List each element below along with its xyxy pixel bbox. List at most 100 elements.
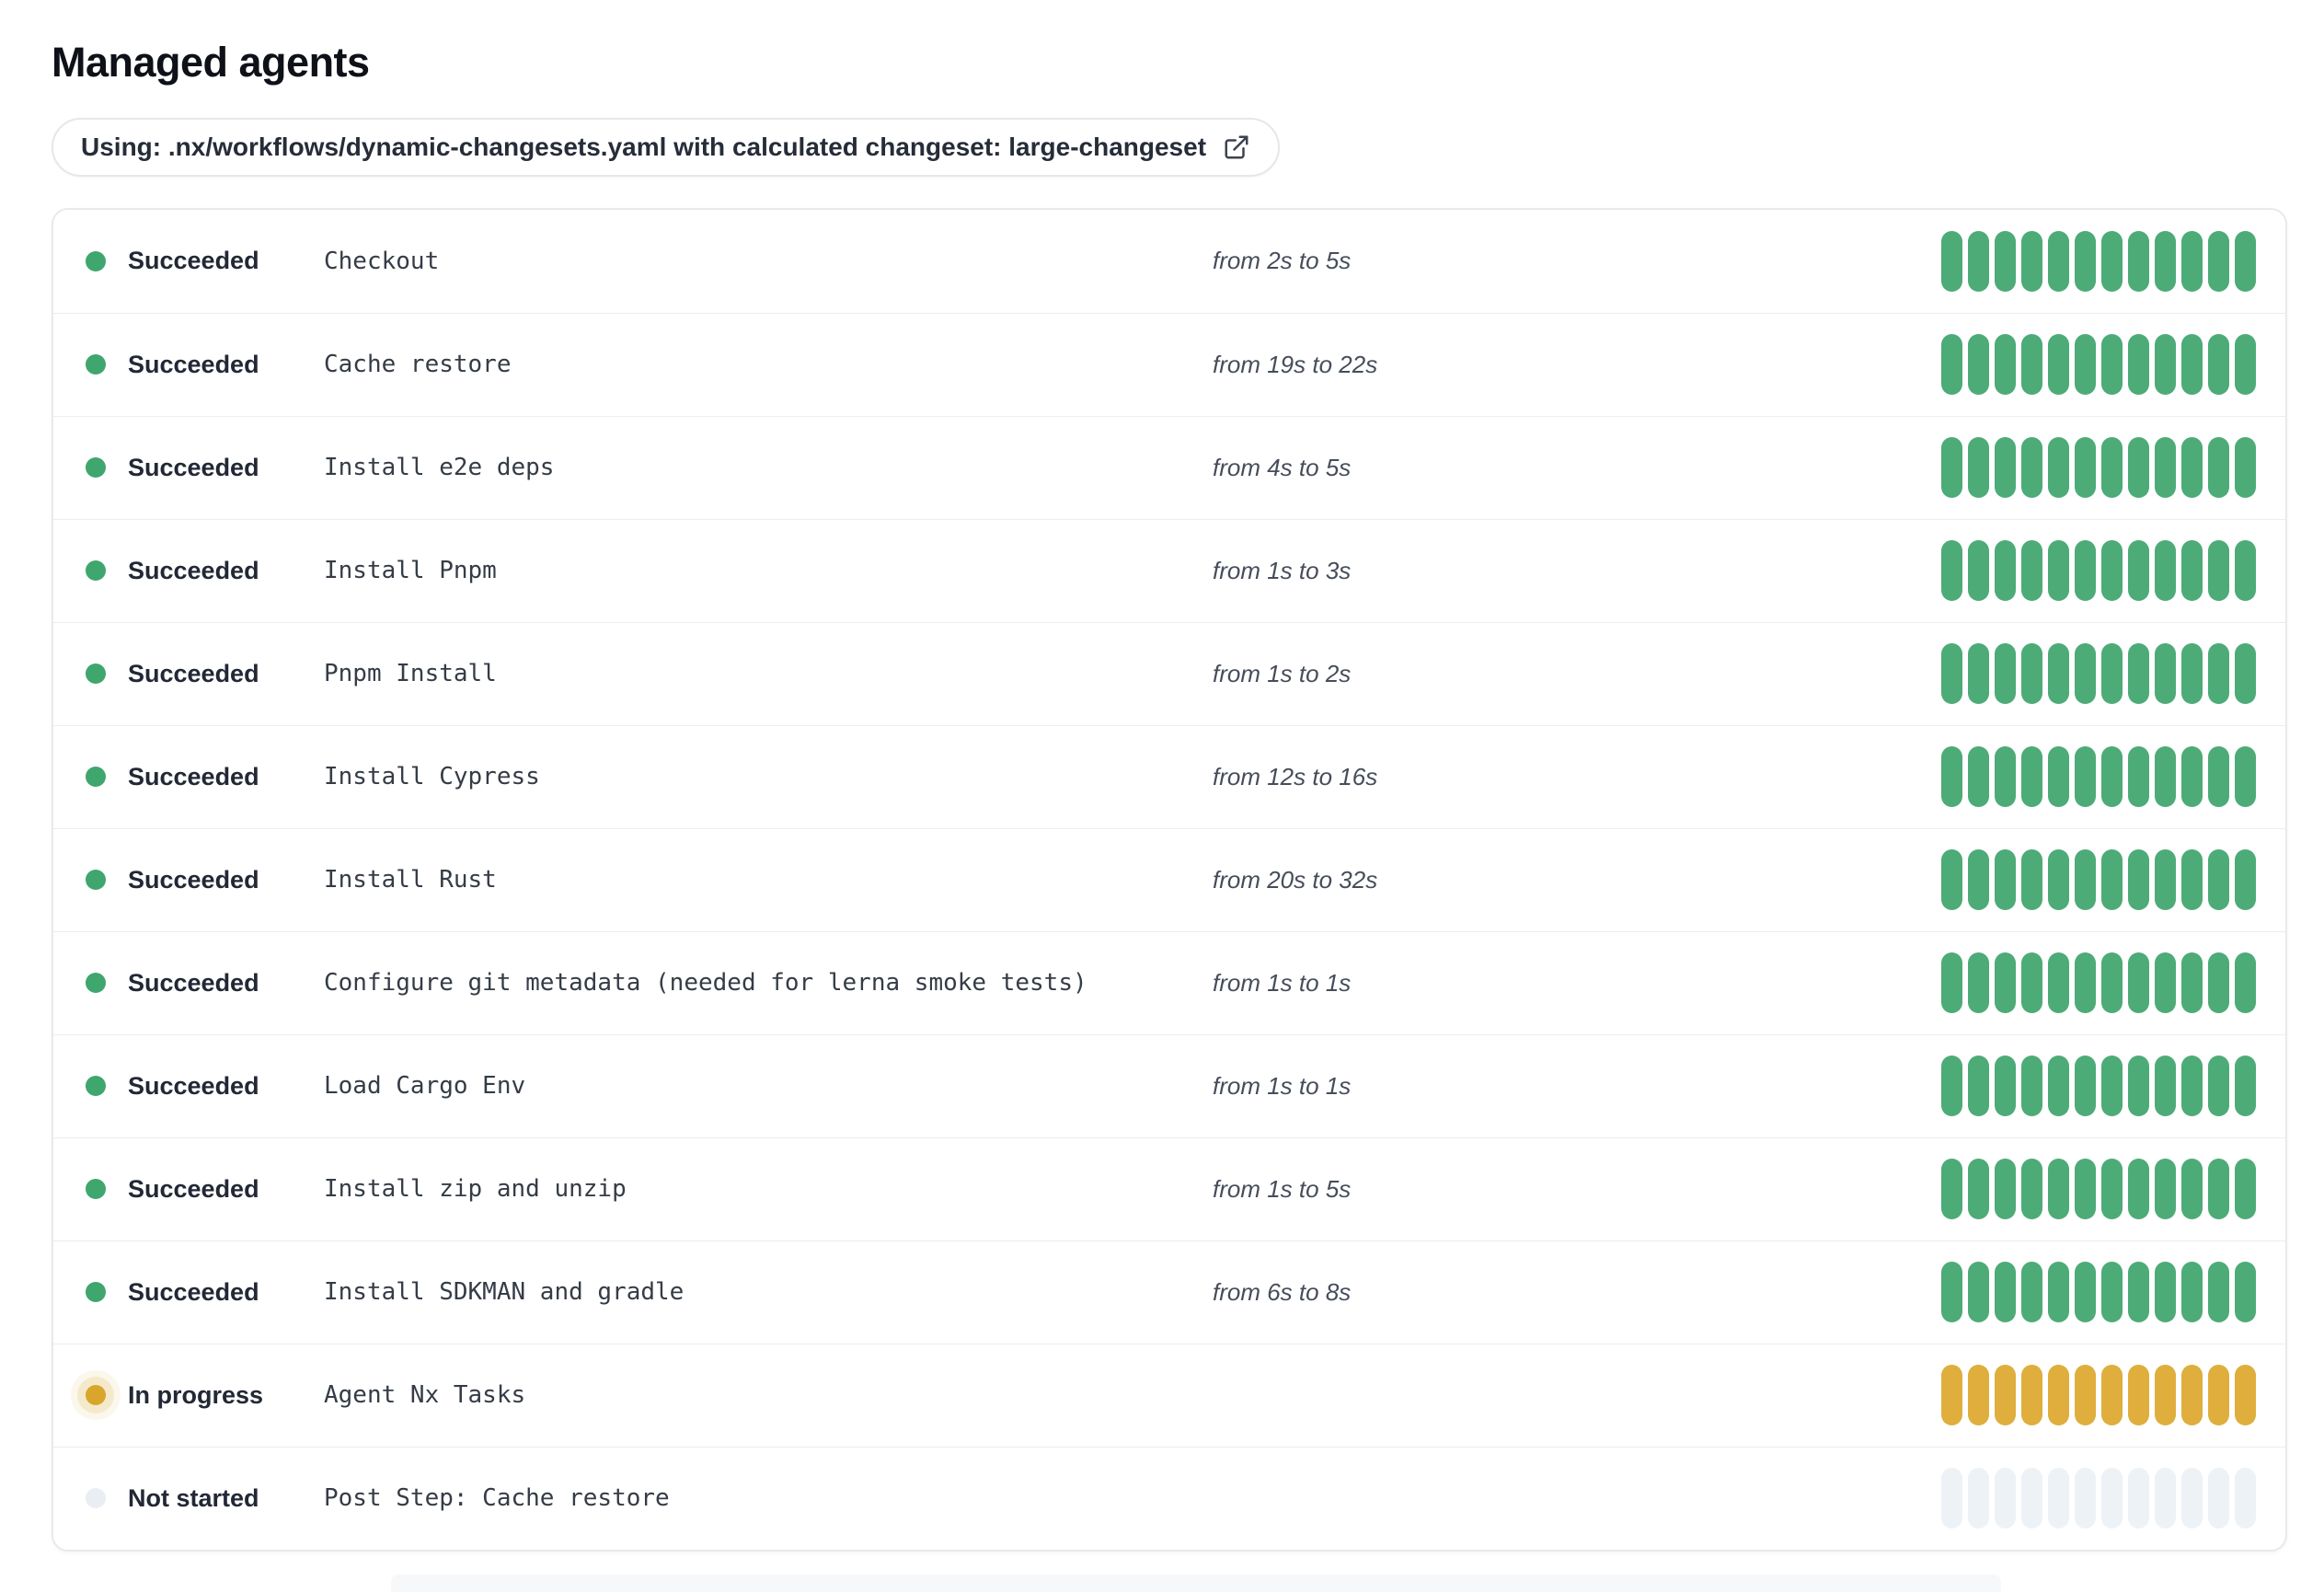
step-row[interactable]: In progress Agent Nx Tasks [53, 1343, 2285, 1447]
segment-pill [2208, 1056, 2229, 1117]
segment-pill [2181, 1056, 2203, 1117]
segment-pill [1968, 1056, 1989, 1117]
segment-pill [2235, 1262, 2256, 1323]
segment-pill [1995, 540, 2016, 602]
segment-pill [1941, 1262, 1962, 1323]
status-cell: Succeeded [86, 763, 324, 791]
segment-pill [2101, 1365, 2123, 1426]
status-cell: Succeeded [86, 351, 324, 379]
segment-pill [2235, 643, 2256, 705]
step-row[interactable]: Succeeded Install zip and unzip from 1s … [53, 1136, 2285, 1240]
segment-pill [1968, 643, 1989, 705]
status-dot [86, 1179, 106, 1200]
segment-pill [2075, 952, 2096, 1014]
duration-range: from 2s to 5s [1213, 247, 1352, 275]
step-row[interactable]: Succeeded Install Pnpm from 1s to 3s [53, 518, 2285, 622]
segment-pill [2101, 1262, 2123, 1323]
step-row[interactable]: Succeeded Checkout from 2s to 5s [53, 209, 2285, 313]
status-label: In progress [128, 1380, 264, 1409]
page-title: Managed agents [52, 39, 370, 86]
segment-pill [1995, 334, 2016, 396]
step-row[interactable]: Succeeded Configure git metadata (needed… [53, 930, 2285, 1034]
status-label: Succeeded [128, 247, 259, 275]
segment-pill [1968, 1365, 1989, 1426]
external-link-icon[interactable] [1223, 133, 1250, 161]
step-name: Install Pnpm [324, 557, 497, 585]
segment-pill [2235, 1365, 2256, 1426]
step-row[interactable]: Not started Post Step: Cache restore [53, 1446, 2285, 1550]
progress-segments [1941, 334, 2256, 396]
step-row[interactable]: Succeeded Pnpm Install from 1s to 2s [53, 621, 2285, 725]
segment-pill [1941, 952, 1962, 1014]
segment-pill [2075, 437, 2096, 499]
duration-range: from 1s to 1s [1213, 968, 1352, 997]
duration-range: from 1s to 5s [1213, 1174, 1352, 1203]
status-dot [86, 560, 106, 582]
segment-pill [2155, 334, 2176, 396]
step-row[interactable]: Succeeded Cache restore from 19s to 22s [53, 312, 2285, 416]
segment-pill [2101, 849, 2123, 911]
segment-pill [2128, 1468, 2149, 1529]
status-label: Succeeded [128, 1277, 259, 1306]
segment-pill [2208, 334, 2229, 396]
segment-pill [2128, 1056, 2149, 1117]
step-name: Checkout [324, 247, 440, 275]
status-dot [86, 1385, 106, 1406]
step-row[interactable]: Succeeded Load Cargo Env from 1s to 1s [53, 1033, 2285, 1137]
segment-pill [1995, 952, 2016, 1014]
segment-pill [2128, 849, 2149, 911]
segment-pill [2128, 1262, 2149, 1323]
step-row[interactable]: Succeeded Install e2e deps from 4s to 5s [53, 415, 2285, 519]
progress-segments [1941, 1262, 2256, 1323]
segment-pill [2208, 540, 2229, 602]
status-dot [86, 1282, 106, 1303]
step-name: Install SDKMAN and gradle [324, 1278, 685, 1307]
progress-segments [1941, 1365, 2256, 1426]
segment-pill [1995, 230, 2016, 292]
segment-pill [2155, 1468, 2176, 1529]
status-cell: In progress [86, 1381, 324, 1410]
segment-pill [2155, 1262, 2176, 1323]
segment-pill [2155, 746, 2176, 808]
segment-pill [2181, 643, 2203, 705]
segment-pill [2128, 230, 2149, 292]
segment-pill [2128, 1159, 2149, 1220]
status-cell: Succeeded [86, 1278, 324, 1307]
workflow-chip-label: Using: .nx/workflows/dynamic-changesets.… [81, 132, 1207, 161]
segment-pill [2021, 540, 2042, 602]
segment-pill [2181, 540, 2203, 602]
segment-pill [2235, 334, 2256, 396]
status-label: Succeeded [128, 350, 259, 378]
step-row[interactable]: Succeeded Install Cypress from 12s to 16… [53, 724, 2285, 828]
progress-segments [1941, 952, 2256, 1014]
progress-segments [1941, 540, 2256, 602]
segment-pill [2075, 1262, 2096, 1323]
segment-pill [2021, 1365, 2042, 1426]
segment-pill [2181, 1159, 2203, 1220]
status-label: Succeeded [128, 453, 259, 481]
step-row[interactable]: Succeeded Install SDKMAN and gradle from… [53, 1240, 2285, 1344]
status-label: Succeeded [128, 1071, 259, 1100]
segment-pill [2101, 746, 2123, 808]
segment-pill [2021, 1056, 2042, 1117]
step-name: Agent Nx Tasks [324, 1381, 526, 1410]
status-cell: Succeeded [86, 247, 324, 275]
progress-segments [1941, 643, 2256, 705]
duration-range: from 12s to 16s [1213, 762, 1378, 790]
step-name: Install e2e deps [324, 454, 555, 482]
segment-pill [2235, 952, 2256, 1014]
segment-pill [2021, 334, 2042, 396]
segment-pill [2128, 643, 2149, 705]
segment-pill [2021, 952, 2042, 1014]
segment-pill [2048, 1262, 2069, 1323]
status-label: Succeeded [128, 865, 259, 894]
segment-pill [1995, 1468, 2016, 1529]
segment-pill [2075, 230, 2096, 292]
segment-pill [1968, 849, 1989, 911]
step-row[interactable]: Succeeded Install Rust from 20s to 32s [53, 827, 2285, 931]
segment-pill [2155, 952, 2176, 1014]
workflow-file-chip[interactable]: Using: .nx/workflows/dynamic-changesets.… [52, 117, 1281, 177]
agent-steps-card: Succeeded Checkout from 2s to 5s Succeed… [52, 207, 2287, 1552]
segment-pill [2155, 643, 2176, 705]
segment-pill [1941, 230, 1962, 292]
